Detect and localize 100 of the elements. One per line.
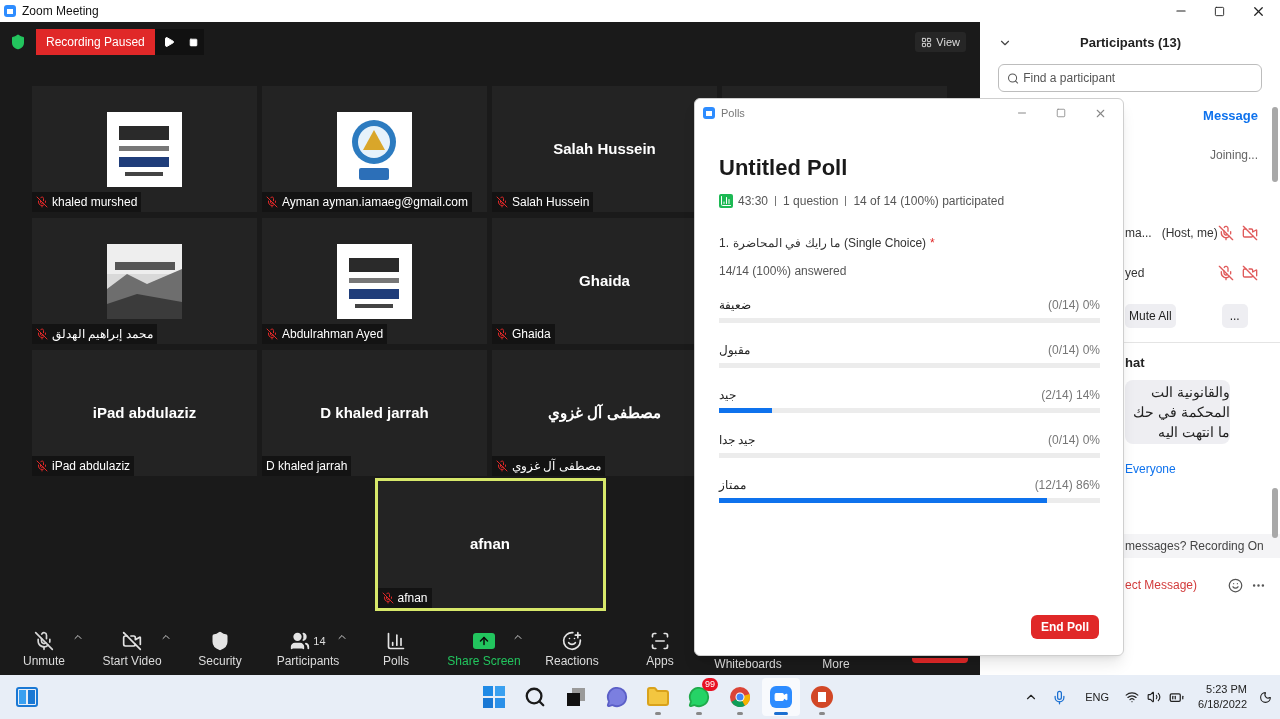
question-count: 1 question	[783, 193, 839, 210]
scrollbar	[1272, 488, 1278, 538]
recipient-link[interactable]: Everyone	[1125, 460, 1270, 478]
participant-role: (Host, me)	[1161, 224, 1218, 242]
participant-display-name: مصطفى آل غزوي	[548, 402, 661, 425]
participant-display-name: Ghaida	[579, 270, 630, 291]
end-poll-button[interactable]: End Poll	[1031, 615, 1099, 639]
chat-title: hat	[1125, 353, 1146, 372]
participant-count: 14	[313, 633, 326, 649]
muted-mic-icon	[496, 460, 508, 472]
participant-display-name: Salah Hussein	[553, 138, 656, 159]
answer-result: (0/14) 0%	[1047, 432, 1100, 449]
joining-status: Joining...	[1209, 146, 1258, 164]
windows-logo-icon	[483, 686, 505, 708]
stop-icon	[188, 37, 198, 47]
search-field[interactable]: Find a participant	[1023, 69, 1253, 87]
participant-name: ma...	[1125, 224, 1152, 242]
toolbar-button[interactable]: Whiteboards	[714, 658, 782, 671]
view-button[interactable]: View	[915, 31, 966, 53]
apps-icon	[650, 631, 670, 651]
toolbar-button[interactable]: More	[822, 658, 850, 671]
mute-all-button[interactable]: Mute All	[1125, 303, 1176, 328]
results-chart-icon	[719, 194, 733, 208]
toolbar-button[interactable]: Start Video	[100, 623, 164, 669]
moon-icon[interactable]	[1259, 690, 1272, 704]
toolbar-button[interactable]: Security	[190, 623, 250, 669]
running-indicator	[696, 712, 702, 715]
mic-icon[interactable]	[1052, 689, 1068, 705]
answer-option: مقبول	[719, 341, 750, 359]
answer-result: (2/14) 14%	[1041, 387, 1100, 404]
notification-badge: 99	[702, 678, 718, 691]
people-icon	[290, 631, 311, 651]
shield-icon	[210, 631, 230, 651]
participant-name: iPad abdulaziz	[52, 458, 131, 475]
muted-mic-icon	[36, 460, 48, 472]
muted-mic-icon	[36, 196, 48, 208]
participant-name: Ghaida	[512, 326, 551, 343]
smiley-plus-icon	[562, 631, 582, 651]
browser-icon	[729, 686, 751, 708]
chat-bubble-icon	[606, 686, 628, 708]
participant-name: khaled murshed	[52, 194, 138, 211]
emoji-icon[interactable]	[1228, 577, 1243, 593]
presentation-app-icon	[811, 686, 833, 708]
message-link[interactable]: Message	[1203, 106, 1258, 126]
window-title: Zoom Meeting	[22, 3, 99, 20]
answer-option: ضعيفة	[719, 296, 751, 314]
play-icon	[162, 36, 175, 48]
widgets-icon[interactable]	[16, 687, 38, 707]
task-view-icon	[566, 687, 586, 707]
participant-name: مصطفى آل غزوي	[512, 457, 601, 475]
muted-mic-icon	[34, 631, 54, 651]
app-logo-icon	[4, 5, 16, 17]
muted-mic-icon	[496, 196, 508, 208]
more-button[interactable]: ...	[1221, 303, 1248, 328]
input-language[interactable]: ENG	[1085, 688, 1110, 706]
wifi-icon[interactable]	[1125, 690, 1140, 704]
toolbar-button[interactable]: Unmute	[21, 623, 67, 669]
running-indicator	[737, 712, 743, 715]
participant-name: Ayman ayman.iamaeg@gmail.com	[282, 194, 469, 211]
window-title: Polls	[721, 105, 745, 121]
clock-date[interactable]: 6/18/2022	[1198, 697, 1247, 712]
running-indicator	[655, 712, 661, 715]
running-indicator	[774, 712, 788, 715]
toolbar-button[interactable]: Apps	[630, 623, 690, 669]
toolbar-button[interactable]: Polls	[366, 623, 426, 669]
speaker-icon[interactable]	[1147, 690, 1162, 704]
maximize-icon[interactable]	[1214, 5, 1225, 17]
folder-icon	[646, 685, 670, 709]
muted-mic-icon	[36, 328, 48, 340]
arrow-up-icon	[478, 635, 490, 647]
participant-name: Salah Hussein	[512, 194, 590, 211]
participant-display-name: D khaled jarrah	[320, 402, 429, 423]
search-box[interactable]: Find a participant	[998, 64, 1262, 92]
chat-bubble-icon	[688, 686, 710, 708]
participant-display-name: afnan	[470, 534, 510, 555]
recording-status: Recording Paused	[36, 29, 155, 55]
answer-result: (12/14) 86%	[1034, 477, 1100, 494]
answer-option: جيد	[719, 386, 736, 404]
answer-option: ممتاز	[719, 476, 746, 494]
taskbar-app[interactable]: 99	[680, 678, 718, 716]
grid-icon	[921, 36, 933, 48]
toolbar-button[interactable]: 14 Participants	[274, 623, 342, 669]
message-input-hint[interactable]: ect Message)	[1125, 576, 1198, 594]
participant-name: Abdulrahman Ayed	[282, 326, 384, 343]
answered-summary: 14/14 (100%) answered	[719, 263, 848, 280]
panel-title: Participants (13)	[1080, 34, 1182, 53]
muted-mic-icon	[496, 328, 508, 340]
muted-mic-icon	[266, 328, 278, 340]
answer-option: جيد جدا	[719, 431, 756, 449]
participant-name: afnan	[397, 590, 428, 607]
shield-check-icon	[10, 34, 26, 50]
toolbar-button[interactable]: Share Screen	[445, 623, 523, 669]
clock-time[interactable]: 5:23 PM	[1206, 682, 1247, 697]
chat-message: والقانونية الت المحكمة في حك ما انتهت اليه	[1125, 380, 1230, 444]
participant-name: D khaled jarrah	[266, 458, 348, 475]
participant-name: yed	[1125, 264, 1145, 282]
poll-duration: 43:30	[738, 193, 769, 210]
participation-summary: 14 of 14 (100%) participated	[853, 193, 1005, 210]
answer-result: (0/14) 0%	[1047, 342, 1100, 359]
toolbar-button[interactable]: Reactions	[542, 623, 602, 669]
